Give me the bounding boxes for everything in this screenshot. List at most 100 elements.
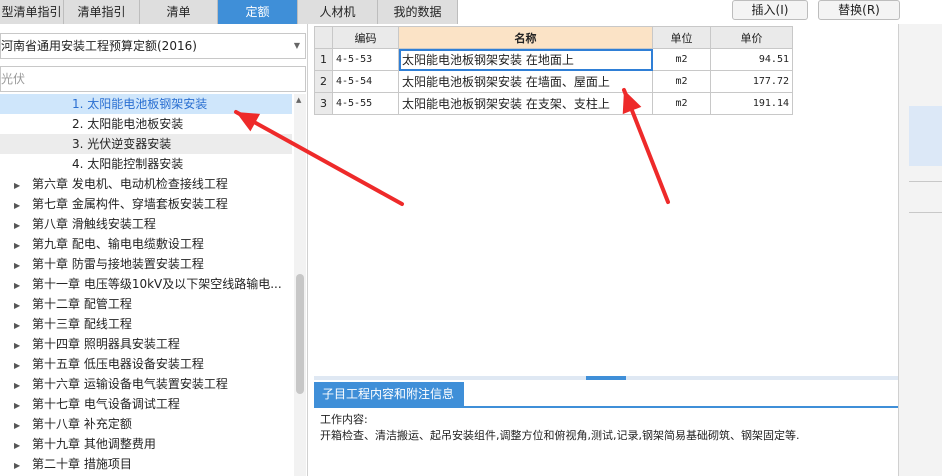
tree-expand-icon[interactable]: ▶ (14, 176, 32, 194)
price-cell[interactable]: 191.14 (710, 92, 793, 115)
divider (909, 181, 942, 182)
main-panel: 编码 名称 单位 单价 1 4-5-53 太阳能电池板钢架安装 在地面上 m2 94.5… (310, 24, 898, 476)
tree-expand-icon[interactable]: ▶ (14, 196, 32, 214)
work-content-text: 开箱检查、清洁搬运、起吊安装组件,调整方位和俯视角,测试,记录,钢架简易基础砌筑… (320, 429, 800, 442)
tree-item-chapter[interactable]: ▶ 第十章 防雷与接地装置安装工程 (0, 254, 292, 274)
tree-item-chapter[interactable]: ▶ 第十八章 补充定额 (0, 414, 292, 434)
table-row[interactable]: 2 4-5-54 太阳能电池板钢架安装 在墙面、屋面上 m2 177.72 (314, 70, 793, 93)
unit-cell[interactable]: m2 (652, 48, 711, 71)
scrollbar-thumb[interactable] (296, 274, 304, 394)
tree-item-label: 第十七章 电气设备调试工程 (32, 397, 180, 411)
tree-expand-icon[interactable]: ▶ (14, 436, 32, 454)
name-cell[interactable]: 太阳能电池板钢架安装 在墙面、屋面上 (398, 70, 653, 93)
tree-item-sub-4[interactable]: 4. 太阳能控制器安装 (0, 154, 292, 174)
table-row[interactable]: 3 4-5-55 太阳能电池板钢架安装 在支架、支柱上 m2 191.14 (314, 92, 793, 115)
tree-item-chapter[interactable]: ▶ 第十二章 配管工程 (0, 294, 292, 314)
tree-item-label: 第二十章 措施项目 (32, 457, 132, 471)
tree-expand-icon[interactable]: ▶ (14, 276, 32, 294)
tree-expand-icon[interactable]: ▶ (14, 296, 32, 314)
tab-bill[interactable]: 清单 (140, 0, 218, 24)
table-row[interactable]: 1 4-5-53 太阳能电池板钢架安装 在地面上 m2 94.51 (314, 48, 793, 71)
tree-item-label: 第十三章 配线工程 (32, 317, 132, 331)
tree-item-chapter[interactable]: ▶ 第九章 配电、输电电缆敷设工程 (0, 234, 292, 254)
column-header-code[interactable]: 编码 (332, 26, 399, 49)
unit-cell[interactable]: m2 (652, 92, 711, 115)
quota-library-value: 河南省通用安装工程预算定额(2016) (1, 39, 197, 53)
tree-item-sub-2[interactable]: 2. 太阳能电池板安装 (0, 114, 292, 134)
right-selection-block (909, 106, 942, 166)
tree-expand-icon[interactable]: ▶ (14, 336, 32, 354)
tree-item-chapter[interactable]: ▶ 第十七章 电气设备调试工程 (0, 394, 292, 414)
tree-item-chapter[interactable]: ▶ 第十五章 低压电器设备安装工程 (0, 354, 292, 374)
quota-library-select[interactable]: 河南省通用安装工程预算定额(2016) ▼ (0, 33, 306, 59)
tree-item-label: 第十章 防雷与接地装置安装工程 (32, 257, 204, 271)
search-input[interactable]: 光伏 (0, 66, 306, 92)
tree-item-chapter[interactable]: ▶ 第十四章 照明器具安装工程 (0, 334, 292, 354)
price-cell[interactable]: 177.72 (710, 70, 793, 93)
code-cell[interactable]: 4-5-53 (332, 48, 399, 71)
replace-button[interactable]: 替换(R) (818, 0, 900, 20)
tab-bar: 型清单指引 清单指引 清单 定额 人材机 我的数据 (0, 0, 458, 24)
tree-item-chapter[interactable]: ▶ 第十九章 其他调整费用 (0, 434, 292, 454)
code-cell[interactable]: 4-5-54 (332, 70, 399, 93)
tree-item-chapter[interactable]: ▶ 第十三章 配线工程 (0, 314, 292, 334)
tree-item-chapter[interactable]: ▶ 第七章 金属构件、穿墙套板安装工程 (0, 194, 292, 214)
search-value: 光伏 (1, 72, 26, 86)
tree-item-label: 第八章 滑触线安装工程 (32, 217, 156, 231)
detail-tab[interactable]: 子目工程内容和附注信息 (314, 382, 464, 406)
tree-item-chapter[interactable]: ▶ 第十六章 运输设备电气装置安装工程 (0, 374, 292, 394)
tree-expand-icon[interactable]: ▶ (14, 356, 32, 374)
tab-quota[interactable]: 定额 (218, 0, 298, 24)
left-scrollbar[interactable]: ▲ (294, 94, 306, 476)
tree-item-label: 第十六章 运输设备电气装置安装工程 (32, 377, 228, 391)
tab-guide-model[interactable]: 型清单指引 (0, 0, 64, 24)
tree-item-label: 第十二章 配管工程 (32, 297, 132, 311)
tree-expand-icon[interactable]: ▶ (14, 396, 32, 414)
unit-cell[interactable]: m2 (652, 70, 711, 93)
name-cell[interactable]: 太阳能电池板钢架安装 在支架、支柱上 (398, 92, 653, 115)
tree-item-label: 第十五章 低压电器设备安装工程 (32, 357, 204, 371)
row-number[interactable]: 3 (314, 92, 333, 115)
tab-labor-material[interactable]: 人材机 (298, 0, 378, 24)
quota-table: 编码 名称 单位 单价 1 4-5-53 太阳能电池板钢架安装 在地面上 m2 94.5… (314, 26, 793, 115)
panel-splitter[interactable] (314, 376, 898, 380)
scroll-up-icon[interactable]: ▲ (296, 96, 301, 104)
tree-item-label: 第十九章 其他调整费用 (32, 437, 156, 451)
left-panel: 河南省通用安装工程预算定额(2016) ▼ 光伏 1. 太阳能电池板钢架安装 2… (0, 24, 308, 476)
tree-expand-icon[interactable]: ▶ (14, 376, 32, 394)
name-cell[interactable]: 太阳能电池板钢架安装 在地面上 (398, 48, 653, 71)
splitter-handle-icon[interactable] (586, 376, 626, 380)
tree-item-label: 第六章 发电机、电动机检查接线工程 (32, 177, 228, 191)
quota-tree: 1. 太阳能电池板钢架安装 2. 太阳能电池板安装 3. 光伏逆变器安装 4. … (0, 94, 292, 476)
table-header-row: 编码 名称 单位 单价 (314, 26, 793, 49)
tree-expand-icon[interactable]: ▶ (14, 456, 32, 474)
tree-item-chapter[interactable]: ▶ 第二十章 措施项目 (0, 454, 292, 474)
tree-expand-icon[interactable]: ▶ (14, 416, 32, 434)
tree-item-chapter[interactable]: ▶ 第六章 发电机、电动机检查接线工程 (0, 174, 292, 194)
tree-expand-icon[interactable]: ▶ (14, 236, 32, 254)
tree-expand-icon[interactable]: ▶ (14, 216, 32, 234)
column-header-price[interactable]: 单价 (710, 26, 793, 49)
row-number[interactable]: 2 (314, 70, 333, 93)
tree-expand-icon[interactable]: ▶ (14, 316, 32, 334)
tree-item-chapter[interactable]: ▶ 第八章 滑触线安装工程 (0, 214, 292, 234)
column-header-unit[interactable]: 单位 (652, 26, 711, 49)
rownum-header (314, 26, 333, 49)
code-cell[interactable]: 4-5-55 (332, 92, 399, 115)
tree-expand-icon[interactable]: ▶ (14, 256, 32, 274)
tree-item-chapter[interactable]: ▶ 第十一章 电压等级10kV及以下架空线路输电... (0, 274, 292, 294)
tree-item-label: 第七章 金属构件、穿墙套板安装工程 (32, 197, 228, 211)
divider (909, 212, 942, 213)
tab-bill-guide[interactable]: 清单指引 (64, 0, 140, 24)
insert-button[interactable]: 插入(I) (732, 0, 808, 20)
column-header-name[interactable]: 名称 (398, 26, 653, 49)
tree-item-label: 第九章 配电、输电电缆敷设工程 (32, 237, 204, 251)
price-cell[interactable]: 94.51 (710, 48, 793, 71)
tree-item-sub-1[interactable]: 1. 太阳能电池板钢架安装 (0, 94, 292, 114)
tab-my-data[interactable]: 我的数据 (378, 0, 458, 24)
row-number[interactable]: 1 (314, 48, 333, 71)
tree-item-label: 第十八章 补充定额 (32, 417, 132, 431)
app-window: 型清单指引 清单指引 清单 定额 人材机 我的数据 插入(I) 替换(R) 河南… (0, 0, 942, 476)
tree-item-label: 第十四章 照明器具安装工程 (32, 337, 180, 351)
tree-item-sub-3[interactable]: 3. 光伏逆变器安装 (0, 134, 292, 154)
